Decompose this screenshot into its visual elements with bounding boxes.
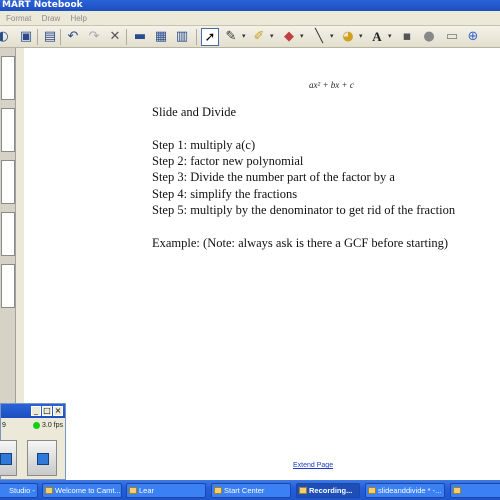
properties-icon[interactable]: ▪ xyxy=(398,28,416,46)
highlighter-icon[interactable]: ✐ xyxy=(250,28,268,46)
window-title-bar: MART Notebook xyxy=(0,0,500,11)
taskbar-item-label: Studio - ... xyxy=(9,486,37,495)
fill-icon[interactable]: ◕ xyxy=(339,28,357,46)
page-thumbnail[interactable] xyxy=(1,108,15,152)
page-thumbnail[interactable] xyxy=(1,160,15,204)
select-arrow-icon[interactable]: ➚ xyxy=(201,28,219,46)
pause-button[interactable] xyxy=(0,440,17,476)
add-page-icon[interactable]: ▭ xyxy=(443,28,461,46)
example-note: Example: (Note: always ask is there a GC… xyxy=(152,235,449,250)
maximize-icon[interactable]: □ xyxy=(42,406,52,416)
stop-icon xyxy=(37,453,49,465)
taskbar-item-active[interactable]: Recording... xyxy=(296,483,360,498)
recorder-window: _ □ × 9 3.0 fps xyxy=(0,403,66,480)
eraser-dropdown-icon[interactable]: ▾ xyxy=(300,32,304,40)
extend-page-link[interactable]: Extend Page xyxy=(293,462,333,469)
page-thumbnail[interactable] xyxy=(1,264,15,308)
taskbar-item[interactable]: Lear xyxy=(126,483,206,498)
menu-bar: Format Draw Help xyxy=(0,11,500,26)
taskbar-item-label: Start Center xyxy=(224,486,265,495)
window-icon xyxy=(45,487,53,494)
taskbar: Studio - ... Welcome to Camt... Lear Sta… xyxy=(0,480,500,500)
screen-shade-icon[interactable]: ▬ xyxy=(131,28,149,46)
step-1: Step 1: multiply a(c) xyxy=(152,137,256,152)
taskbar-item-label: slideanddivide * -... xyxy=(378,486,442,495)
taskbar-item-label: Lear xyxy=(139,486,155,495)
step-2: Step 2: factor new polynomial xyxy=(152,154,304,169)
stop-button[interactable] xyxy=(27,440,57,476)
pause-icon xyxy=(0,453,12,465)
toolbar-separator xyxy=(60,29,61,45)
page-thumbnail[interactable] xyxy=(1,212,15,256)
recorder-counter: 9 xyxy=(2,422,6,429)
taskbar-item[interactable]: Start Center xyxy=(211,483,291,498)
move-icon[interactable]: ● xyxy=(420,28,438,46)
recorder-title-bar: _ □ × xyxy=(1,404,65,418)
taskbar-item[interactable]: Studio - ... xyxy=(0,483,38,498)
undo-icon[interactable]: ↶ xyxy=(64,28,82,46)
window-icon xyxy=(368,487,376,494)
taskbar-item[interactable]: slideanddivide * -... xyxy=(365,483,445,498)
toolbar: ◐ ▣ ▤ ↶ ↷ ✕ ▬ ▦ ▥ ➚ ✎ ▾ ✐ ▾ ◆ ▾ ╲ ▾ ◕ ▾ … xyxy=(0,26,500,48)
gallery-icon[interactable]: ⊕ xyxy=(464,28,482,46)
toolbar-separator xyxy=(196,29,197,45)
delete-icon[interactable]: ✕ xyxy=(106,28,124,46)
step-3: Step 3: Divide the number part of the fa… xyxy=(152,170,395,185)
line-dropdown-icon[interactable]: ▾ xyxy=(330,32,334,40)
paste-icon[interactable]: ▤ xyxy=(41,28,59,46)
save-icon[interactable]: ▣ xyxy=(17,28,35,46)
quadratic-formula: ax² + bx + c xyxy=(309,80,354,90)
step-5: Step 5: multiply by the denominator to g… xyxy=(152,202,456,217)
menu-draw[interactable]: Draw xyxy=(42,11,61,26)
fill-dropdown-icon[interactable]: ▾ xyxy=(359,32,363,40)
text-dropdown-icon[interactable]: ▾ xyxy=(388,32,392,40)
line-icon[interactable]: ╲ xyxy=(310,28,328,46)
menu-help[interactable]: Help xyxy=(70,11,86,26)
toolbar-separator xyxy=(126,29,127,45)
recorder-fps: 3.0 fps xyxy=(42,422,64,429)
capture-icon[interactable]: ▦ xyxy=(152,28,170,46)
window-title: MART Notebook xyxy=(2,0,83,10)
menu-format[interactable]: Format xyxy=(6,11,31,26)
highlighter-dropdown-icon[interactable]: ▾ xyxy=(270,32,274,40)
recording-status-icon xyxy=(33,422,40,429)
taskbar-item-label: Recording... xyxy=(309,486,353,495)
folder-icon xyxy=(129,487,137,494)
page-heading: Slide and Divide xyxy=(152,105,237,119)
page-content: Slide and Divide Step 1: multiply a(c) S… xyxy=(152,104,500,251)
page-thumbnail[interactable] xyxy=(1,56,15,100)
eraser-icon[interactable]: ◆ xyxy=(280,28,298,46)
redo-icon[interactable]: ↷ xyxy=(85,28,103,46)
pen-dropdown-icon[interactable]: ▾ xyxy=(242,32,246,40)
toolbar-separator xyxy=(37,29,38,45)
sorter-scrollbar[interactable] xyxy=(15,48,24,403)
step-4: Step 4: simplify the fractions xyxy=(152,186,298,201)
close-icon[interactable]: × xyxy=(53,406,63,416)
recording-icon xyxy=(299,487,307,494)
table-icon[interactable]: ▥ xyxy=(173,28,191,46)
taskbar-item[interactable]: Welcome to Camt... xyxy=(42,483,122,498)
taskbar-item[interactable] xyxy=(450,483,500,498)
window-icon xyxy=(453,487,461,494)
open-icon[interactable]: ◐ xyxy=(0,28,12,46)
minimize-icon[interactable]: _ xyxy=(31,406,41,416)
window-icon xyxy=(214,487,222,494)
text-icon[interactable]: A xyxy=(368,28,386,46)
pen-icon[interactable]: ✎ xyxy=(222,28,240,46)
taskbar-item-label: Welcome to Camt... xyxy=(55,486,121,495)
